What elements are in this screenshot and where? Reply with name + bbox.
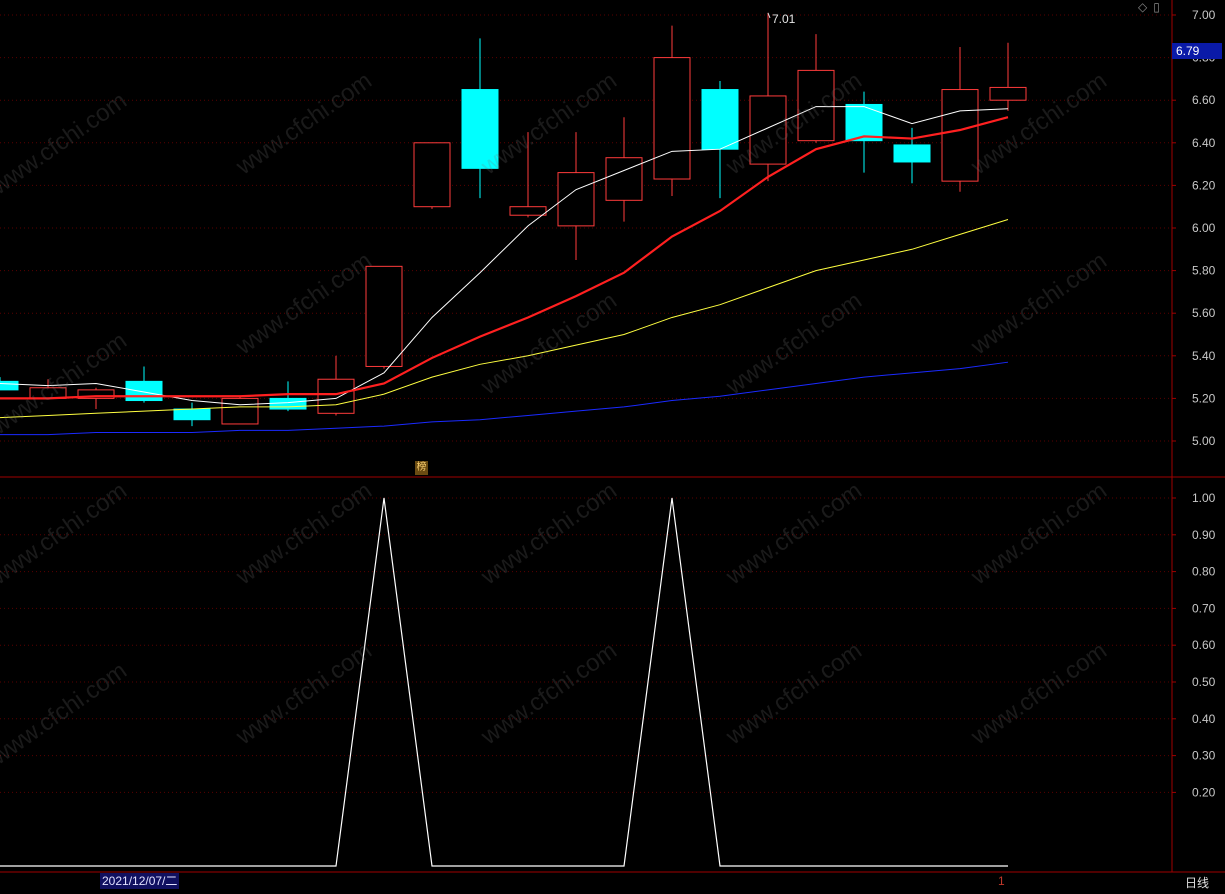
y-tick-label: 0.20 (1192, 785, 1216, 799)
list-badge[interactable]: 榜 (415, 461, 428, 475)
y-tick-label: 1.00 (1192, 491, 1216, 505)
y-tick-label: 5.20 (1192, 391, 1216, 405)
candle-body (797, 69, 835, 142)
chart-canvas: 7.006.806.606.406.206.005.805.605.405.20… (0, 0, 1225, 873)
candle-body (317, 378, 355, 414)
current-price-tag: 6.79 (1172, 43, 1222, 59)
y-tick-label: 0.80 (1192, 565, 1216, 579)
y-tick-label: 7.00 (1192, 8, 1216, 22)
period-selector[interactable]: 日线 (1185, 874, 1209, 891)
candle-body (365, 265, 403, 367)
candle-body (413, 142, 451, 208)
toolbar-icons[interactable]: ◇▯ (1138, 0, 1166, 14)
candle-body (221, 397, 259, 425)
candle-body (461, 89, 499, 169)
y-tick-label: 0.30 (1192, 749, 1216, 763)
candle-body (701, 89, 739, 150)
candle-body (509, 206, 547, 216)
diamond-icon[interactable]: ◇ (1138, 0, 1153, 14)
candle-body (941, 89, 979, 182)
y-tick-label: 5.60 (1192, 306, 1216, 320)
candle-body (845, 103, 883, 142)
y-tick-label: 0.60 (1192, 638, 1216, 652)
high-price-marker: 7.01 (772, 12, 796, 26)
candle-body (749, 95, 787, 165)
y-tick-label: 0.90 (1192, 528, 1216, 542)
y-tick-label: 0.70 (1192, 601, 1216, 615)
cursor-marker: 1 (998, 874, 1005, 888)
y-tick-label: 6.20 (1192, 178, 1216, 192)
y-tick-label: 5.00 (1192, 434, 1216, 448)
y-tick-label: 6.40 (1192, 136, 1216, 150)
y-tick-label: 6.00 (1192, 221, 1216, 235)
y-tick-label: 6.60 (1192, 93, 1216, 107)
cursor-date-label: 2021/12/07/二 (100, 873, 180, 889)
candle-body (653, 57, 691, 180)
y-tick-label: 0.40 (1192, 712, 1216, 726)
candle-body (605, 157, 643, 201)
candle-body (989, 86, 1027, 101)
candle-body (269, 397, 307, 410)
y-tick-label: 5.80 (1192, 264, 1216, 278)
candle-body (125, 380, 163, 402)
candle-body (0, 380, 19, 391)
window-icon[interactable]: ▯ (1153, 0, 1166, 14)
candle-body (173, 408, 211, 421)
candle-body (893, 144, 931, 163)
y-tick-label: 5.40 (1192, 349, 1216, 363)
y-tick-label: 0.50 (1192, 675, 1216, 689)
